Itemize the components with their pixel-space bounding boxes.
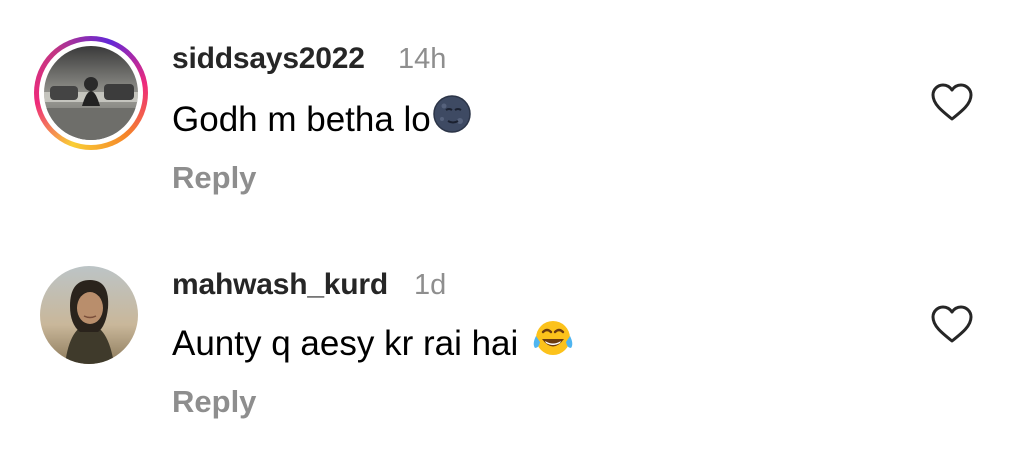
username[interactable]: mahwash_kurd <box>172 268 388 302</box>
like-button[interactable] <box>930 304 974 344</box>
like-button[interactable] <box>930 82 974 122</box>
comment-text: Aunty q aesy kr rai hai <box>172 321 574 367</box>
comment-timestamp: 1d <box>414 269 447 301</box>
heart-icon <box>931 83 973 121</box>
avatar[interactable] <box>40 266 138 364</box>
comment-timestamp: 14h <box>398 43 447 75</box>
avatar-image <box>40 266 138 364</box>
new-moon-face-icon <box>432 94 472 143</box>
avatar-story-ring[interactable] <box>34 36 148 150</box>
reply-button[interactable]: Reply <box>172 384 256 420</box>
comment-item: mahwash_kurd 1d Aunty q aesy kr rai hai … <box>0 236 1024 472</box>
comment-text: Godh m betha lo <box>172 95 472 143</box>
username[interactable]: siddsays2022 <box>172 42 365 76</box>
avatar[interactable] <box>44 46 138 140</box>
comment-item: siddsays2022 14h Godh m betha lo Reply <box>0 0 1024 236</box>
comment-text-content: Godh m betha lo <box>172 100 431 139</box>
avatar-image <box>44 46 138 140</box>
reply-button[interactable]: Reply <box>172 160 256 196</box>
comment-text-content: Aunty q aesy kr rai hai <box>172 324 528 363</box>
face-with-tears-of-joy-icon <box>532 318 574 367</box>
heart-icon <box>931 305 973 343</box>
